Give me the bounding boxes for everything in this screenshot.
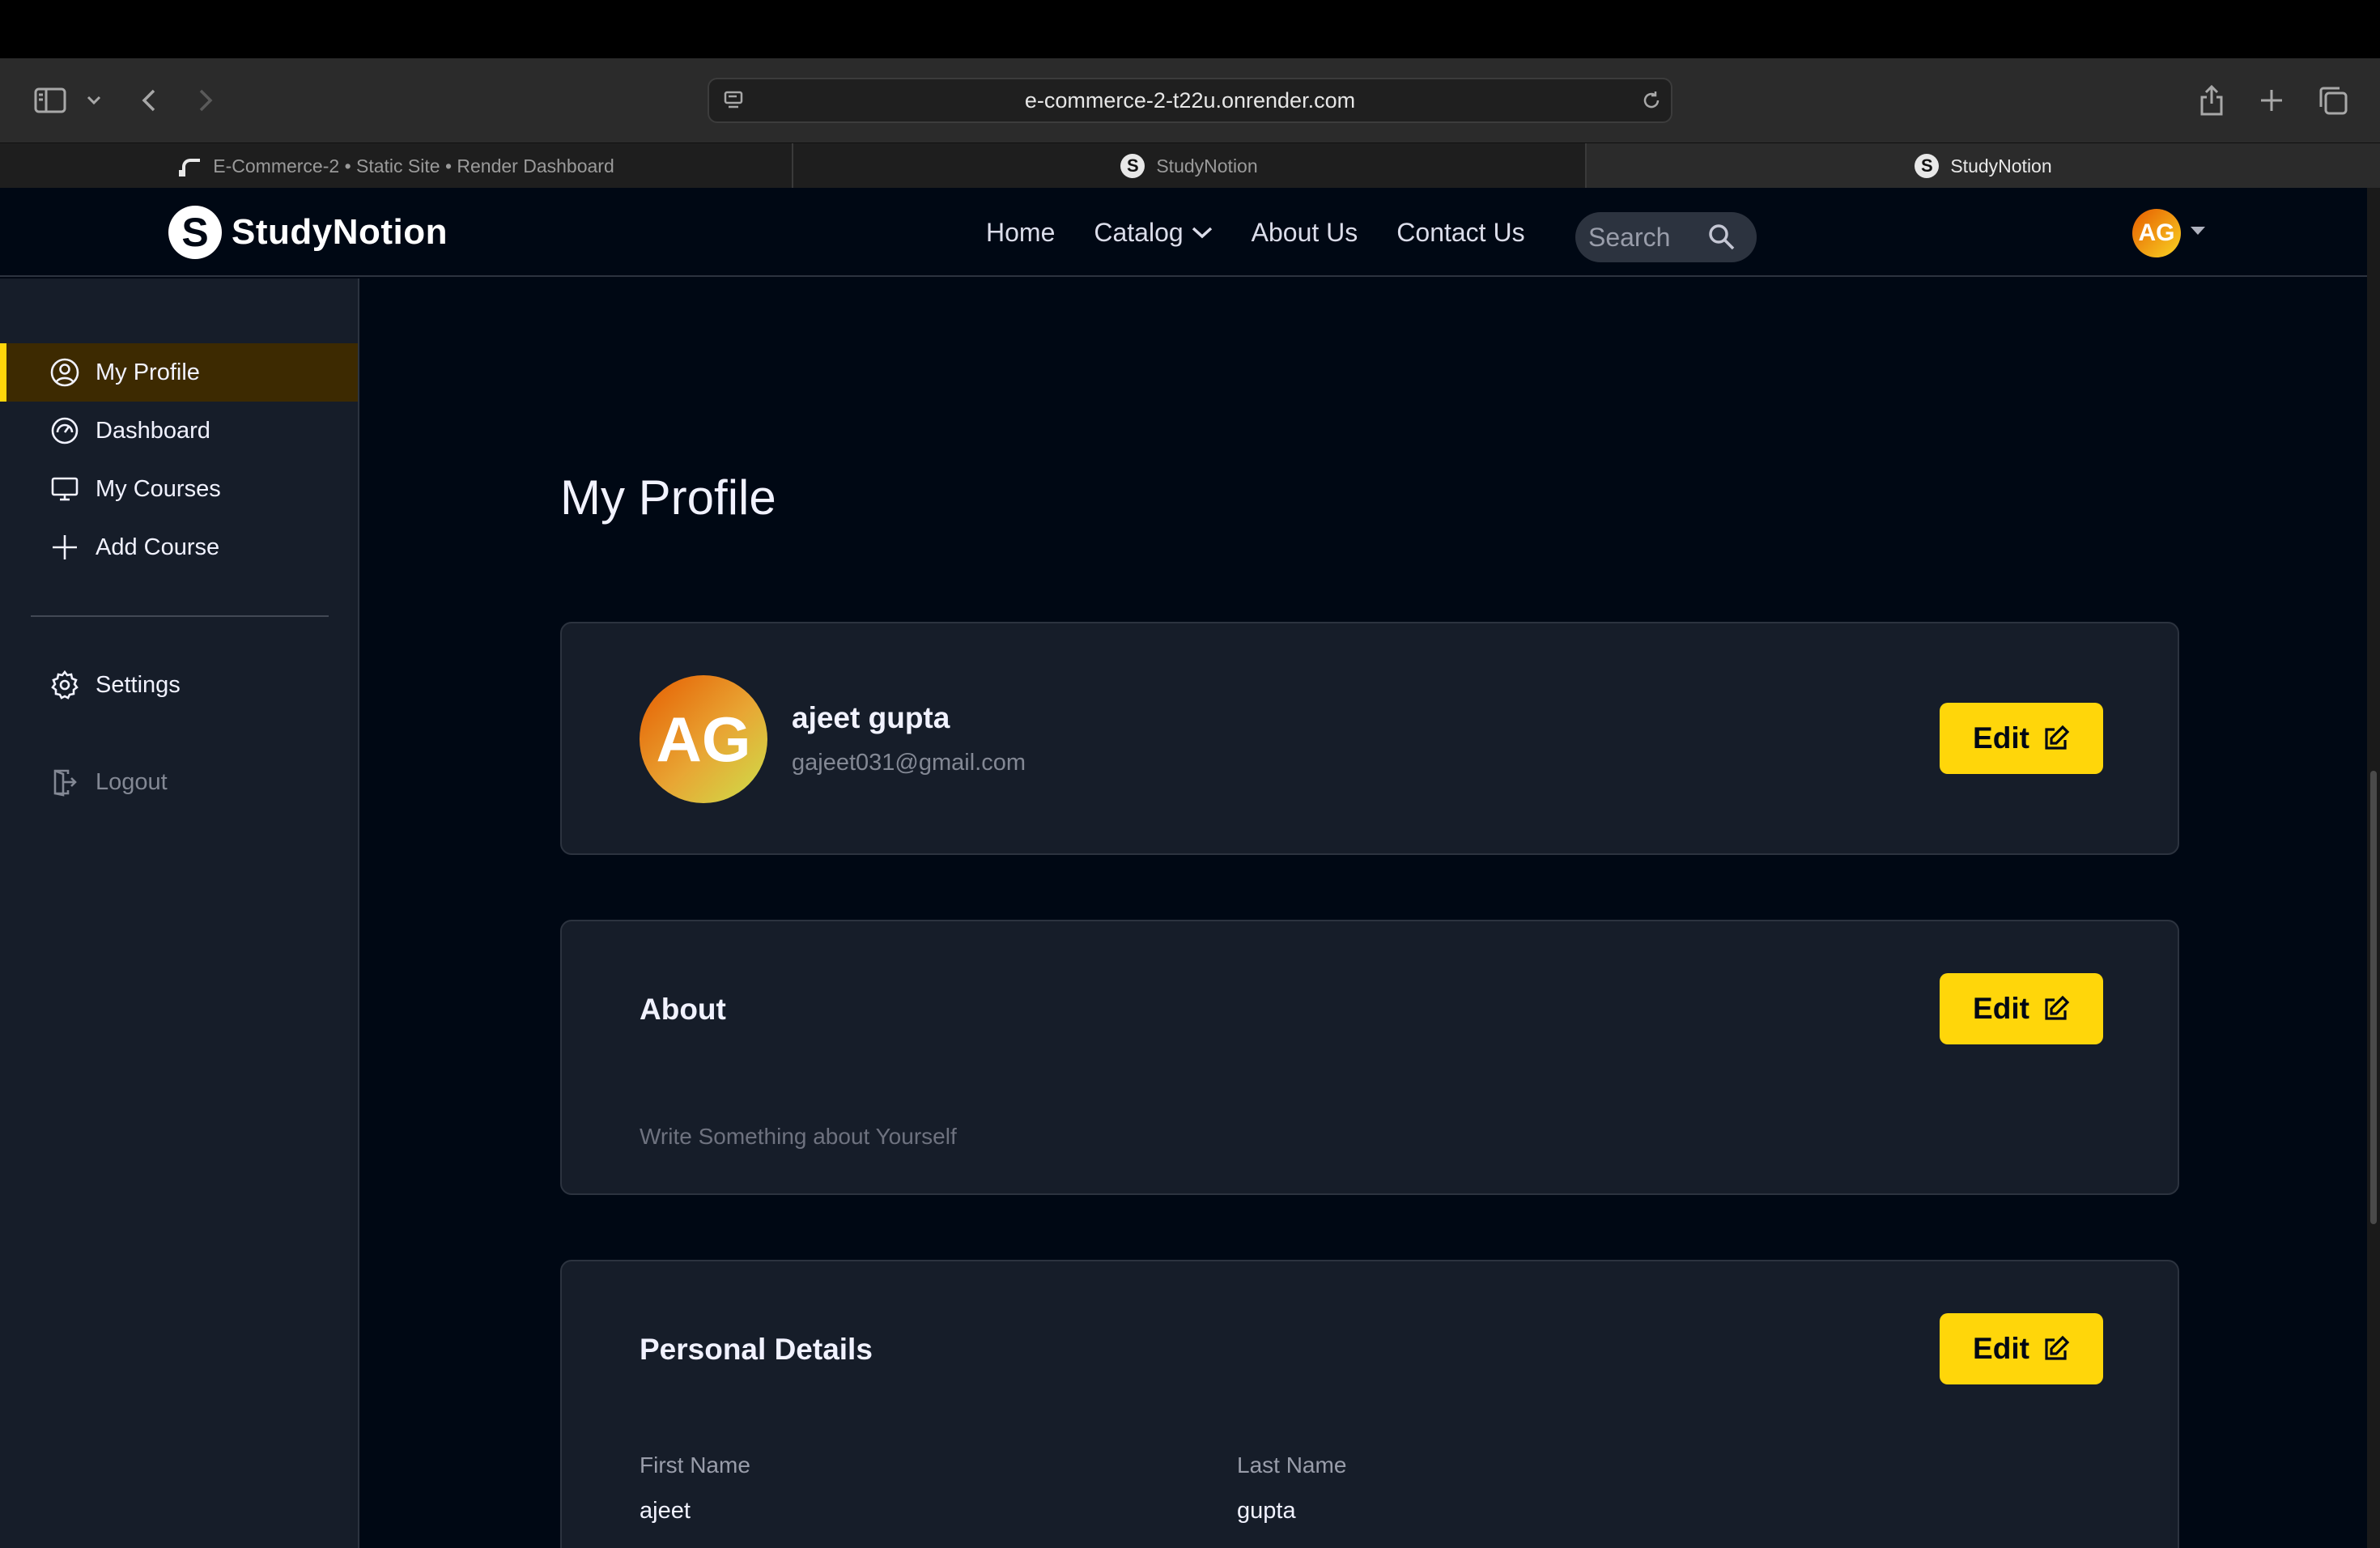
sidebar-settings-label: Settings — [96, 671, 181, 698]
user-circle-icon — [50, 358, 79, 387]
site-navbar: S StudyNotion Home Catalog About Us Cont… — [0, 188, 2367, 277]
about-heading: About — [640, 993, 726, 1026]
share-icon[interactable] — [2195, 81, 2228, 120]
chevron-down-icon — [1192, 227, 1212, 239]
last-name-value: gupta — [1237, 1498, 1296, 1524]
scrollbar-thumb[interactable] — [2370, 771, 2377, 1224]
sidebar: My Profile Dashboard My Courses Add Cour… — [0, 279, 359, 1548]
last-name-label: Last Name — [1237, 1452, 1347, 1478]
page-scrollbar[interactable] — [2367, 188, 2380, 1548]
tab-label: StudyNotion — [1950, 155, 2052, 176]
user-avatar[interactable]: AG — [2132, 209, 2181, 257]
tab-label: StudyNotion — [1156, 155, 1258, 176]
sidebar-item-settings[interactable]: Settings — [0, 656, 358, 714]
address-bar[interactable]: e-commerce-2-t22u.onrender.com — [708, 78, 1672, 123]
logo-text: StudyNotion — [232, 212, 448, 252]
sidebar-item-dashboard[interactable]: Dashboard — [0, 402, 358, 460]
edit-icon — [2045, 995, 2070, 1020]
tab-overview-icon[interactable] — [2315, 83, 2351, 118]
sidebar-item-label: Dashboard — [96, 417, 210, 444]
tab-bar: E-Commerce-2 • Static Site • Render Dash… — [0, 142, 2380, 189]
studynotion-favicon-icon: S — [1915, 154, 1940, 178]
back-icon[interactable] — [136, 83, 162, 118]
chevron-down-icon[interactable] — [84, 89, 104, 112]
nav-links: Home Catalog About Us Contact Us — [986, 214, 1525, 251]
edit-about-button[interactable]: Edit — [1940, 973, 2103, 1044]
sidebar-item-add-course[interactable]: Add Course — [0, 518, 358, 576]
page-title: My Profile — [560, 470, 776, 525]
profile-name: ajeet gupta — [792, 701, 950, 734]
forward-icon[interactable] — [193, 83, 219, 118]
personal-details-card: Personal Details Edit First Name ajeet L… — [560, 1260, 2179, 1548]
first-name-value: ajeet — [640, 1498, 691, 1524]
monitor-icon — [51, 477, 79, 501]
tab-studynotion-1[interactable]: S StudyNotion — [793, 143, 1587, 189]
edit-icon — [2045, 1335, 2070, 1360]
search-icon[interactable] — [1708, 223, 1736, 251]
sidebar-item-my-profile[interactable]: My Profile — [0, 343, 358, 402]
profile-email: gajeet031@gmail.com — [792, 750, 1026, 776]
studynotion-favicon-icon: S — [1120, 154, 1145, 178]
sidebar-divider — [31, 615, 329, 617]
nav-contact-us[interactable]: Contact Us — [1396, 218, 1524, 248]
nav-about-us[interactable]: About Us — [1252, 218, 1358, 248]
logo-mark-icon: S — [168, 206, 222, 259]
url-text[interactable]: e-commerce-2-t22u.onrender.com — [709, 79, 1671, 121]
nav-home[interactable]: Home — [986, 218, 1055, 248]
sidebar-toggle-icon[interactable] — [31, 83, 70, 118]
gauge-icon — [51, 417, 79, 444]
new-tab-icon[interactable] — [2255, 84, 2288, 117]
nav-catalog[interactable]: Catalog — [1094, 218, 1212, 248]
reload-icon[interactable] — [1638, 87, 1664, 113]
render-favicon-icon — [177, 154, 202, 178]
gear-icon — [51, 670, 79, 700]
edit-personal-details-button[interactable]: Edit — [1940, 1313, 2103, 1384]
caret-down-icon[interactable] — [2189, 225, 2207, 236]
personal-details-heading: Personal Details — [640, 1333, 873, 1366]
logout-icon — [53, 769, 77, 797]
edit-label: Edit — [1973, 1332, 2029, 1365]
sidebar-item-logout[interactable]: Logout — [0, 753, 358, 811]
profile-avatar: AG — [640, 675, 767, 803]
sidebar-item-label: My Profile — [96, 359, 200, 385]
edit-label: Edit — [1973, 721, 2029, 755]
plus-icon — [53, 535, 77, 559]
edit-label: Edit — [1973, 992, 2029, 1025]
about-text: Write Something about Yourself — [640, 1124, 957, 1149]
first-name-label: First Name — [640, 1452, 750, 1478]
search-box[interactable] — [1575, 212, 1757, 262]
profile-card: AG ajeet gupta gajeet031@gmail.com Edit — [560, 622, 2179, 855]
nav-catalog-label: Catalog — [1094, 217, 1184, 247]
sidebar-logout-label: Logout — [96, 768, 168, 795]
about-card: About Edit Write Something about Yoursel… — [560, 920, 2179, 1195]
sidebar-item-label: My Courses — [96, 475, 221, 502]
search-input[interactable] — [1588, 222, 1710, 253]
edit-profile-button[interactable]: Edit — [1940, 703, 2103, 774]
sidebar-item-my-courses[interactable]: My Courses — [0, 460, 358, 518]
tab-render-dashboard[interactable]: E-Commerce-2 • Static Site • Render Dash… — [0, 143, 793, 189]
tab-studynotion-2[interactable]: S StudyNotion — [1587, 143, 2380, 189]
sidebar-item-label: Add Course — [96, 534, 220, 560]
window-top-bar — [0, 0, 2380, 58]
tab-label: E-Commerce-2 • Static Site • Render Dash… — [213, 155, 614, 176]
edit-icon — [2045, 725, 2070, 750]
studynotion-logo[interactable]: S StudyNotion — [168, 206, 448, 259]
